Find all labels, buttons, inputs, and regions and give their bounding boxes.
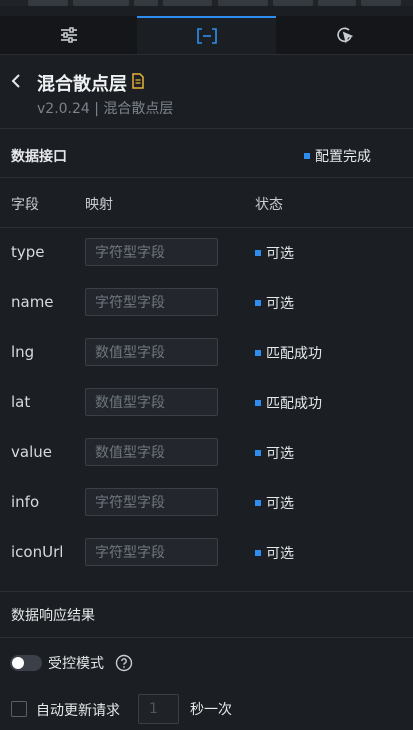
tab-config[interactable]: [0, 16, 137, 54]
field-row-lat: lat 数值型字段 匹配成功: [0, 388, 413, 418]
divider: [0, 591, 413, 592]
field-status: 可选: [255, 443, 294, 463]
divider: [0, 177, 413, 178]
toolbar-segment[interactable]: [134, 0, 158, 6]
field-status-text: 匹配成功: [266, 396, 322, 412]
field-status: 匹配成功: [255, 343, 322, 363]
status-dot-icon: [255, 550, 261, 556]
toolbar-segment[interactable]: [28, 0, 68, 6]
field-row-name: name 字符型字段 可选: [0, 288, 413, 318]
update-interval-input[interactable]: 1: [138, 694, 179, 724]
field-status-text: 可选: [266, 546, 294, 562]
field-status: 匹配成功: [255, 393, 322, 413]
data-interface-title: 数据接口: [11, 149, 67, 165]
document-icon[interactable]: [131, 73, 145, 89]
tab-data[interactable]: [137, 16, 276, 54]
divider: [0, 227, 413, 228]
field-name: iconUrl: [11, 543, 64, 561]
field-name: value: [11, 443, 52, 461]
column-header-field: 字段: [11, 197, 39, 213]
field-name: type: [11, 243, 45, 261]
column-header-mapping: 映射: [85, 197, 113, 213]
help-icon[interactable]: [115, 654, 133, 672]
field-name: info: [11, 493, 40, 511]
toolbar-segment[interactable]: [73, 0, 129, 6]
data-bracket-icon: [196, 28, 217, 44]
mapping-input-value[interactable]: 数值型字段: [85, 438, 218, 466]
field-status-text: 可选: [266, 246, 294, 262]
field-status: 可选: [255, 493, 294, 513]
top-toolbar-strip: [0, 0, 413, 6]
toolbar-segment[interactable]: [218, 0, 268, 6]
toolbar-segment[interactable]: [163, 0, 212, 6]
mapping-input-lat[interactable]: 数值型字段: [85, 388, 218, 416]
field-status: 可选: [255, 293, 294, 313]
field-row-type: type 字符型字段 可选: [0, 238, 413, 268]
status-dot-icon: [304, 153, 310, 159]
component-header: 混合散点层 v2.0.24 | 混合散点层: [0, 64, 413, 124]
field-status: 可选: [255, 543, 294, 563]
config-status-text: 配置完成: [315, 149, 371, 165]
interaction-icon: [336, 27, 353, 44]
mapping-input-iconurl[interactable]: 字符型字段: [85, 538, 218, 566]
status-dot-icon: [255, 500, 261, 506]
field-status-text: 可选: [266, 296, 294, 312]
mapping-input-lng[interactable]: 数值型字段: [85, 338, 218, 366]
field-row-iconurl: iconUrl 字符型字段 可选: [0, 538, 413, 568]
status-dot-icon: [255, 450, 261, 456]
mapping-input-type[interactable]: 字符型字段: [85, 238, 218, 266]
response-result-title[interactable]: 数据响应结果: [11, 605, 95, 625]
toolbar-segment[interactable]: [318, 0, 356, 6]
divider: [0, 128, 413, 129]
interval-unit-label: 秒一次: [190, 702, 232, 718]
toggle-knob: [12, 657, 24, 669]
status-dot-icon: [255, 350, 261, 356]
field-status-text: 匹配成功: [266, 346, 322, 362]
field-status: 可选: [255, 243, 294, 263]
column-header-status: 状态: [255, 197, 283, 213]
version-subtitle: v2.0.24 | 混合散点层: [37, 101, 174, 117]
field-status-text: 可选: [266, 496, 294, 512]
panel-tab-bar: [0, 16, 413, 55]
field-name: lng: [11, 343, 35, 361]
tab-interaction[interactable]: [276, 16, 413, 54]
status-dot-icon: [255, 250, 261, 256]
config-status-badge: 配置完成: [304, 146, 371, 166]
field-status-text: 可选: [266, 446, 294, 462]
mapping-input-name[interactable]: 字符型字段: [85, 288, 218, 316]
status-dot-icon: [255, 400, 261, 406]
back-arrow-icon[interactable]: [10, 72, 24, 90]
controlled-mode-toggle[interactable]: [10, 655, 42, 671]
field-name: name: [11, 293, 54, 311]
field-name: lat: [11, 393, 31, 411]
field-row-value: value 数值型字段 可选: [0, 438, 413, 468]
sliders-icon: [60, 27, 77, 43]
field-row-info: info 字符型字段 可选: [0, 488, 413, 518]
field-row-lng: lng 数值型字段 匹配成功: [0, 338, 413, 368]
toolbar-segment[interactable]: [273, 0, 313, 6]
status-dot-icon: [255, 300, 261, 306]
controlled-mode-label: 受控模式: [48, 656, 104, 672]
page-title: 混合散点层: [37, 74, 127, 95]
mapping-input-info[interactable]: 字符型字段: [85, 488, 218, 516]
auto-update-checkbox[interactable]: [11, 701, 27, 717]
toolbar-segment[interactable]: [361, 0, 401, 6]
auto-update-label: 自动更新请求: [36, 703, 120, 719]
divider: [0, 637, 413, 638]
